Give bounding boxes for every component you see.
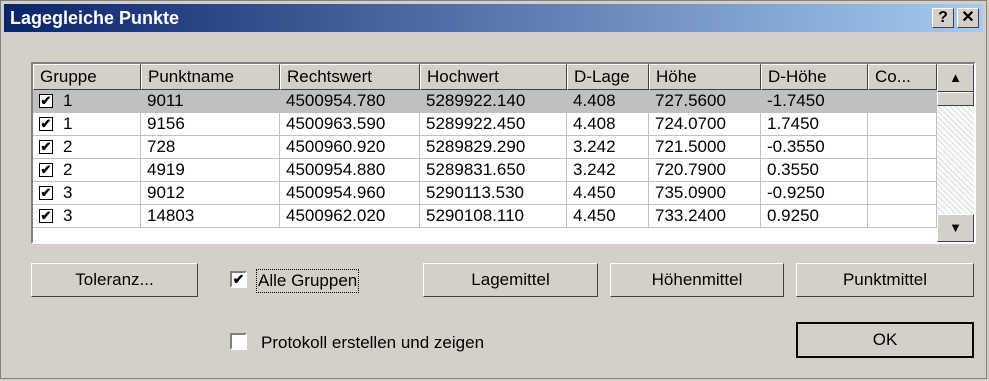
row-checkbox[interactable]: ✔ [39, 186, 53, 200]
gruppe-value: 2 [63, 160, 73, 179]
column-header-gruppe[interactable]: Gruppe [33, 64, 141, 90]
cell-gruppe: ✔ 2 [33, 136, 141, 159]
cell-hochwert: 5289831.650 [420, 159, 567, 182]
lagemittel-button[interactable]: Lagemittel [423, 263, 598, 297]
cell-d-lage: 4.450 [567, 182, 649, 205]
cell-hoehe: 720.7900 [649, 159, 761, 182]
cell-hochwert: 5290113.530 [420, 182, 567, 205]
cell-gruppe: ✔ 1 [33, 113, 141, 136]
cell-d-lage: 4.408 [567, 90, 649, 113]
row-checkbox[interactable]: ✔ [39, 94, 53, 108]
cell-rechtswert: 4500954.880 [280, 159, 420, 182]
row-checkbox[interactable]: ✔ [39, 209, 53, 223]
hoehenmittel-button[interactable]: Höhenmittel [610, 263, 784, 297]
gruppe-value: 3 [63, 206, 73, 225]
cell-co [868, 159, 937, 182]
cell-co [868, 205, 937, 228]
cell-hoehe: 735.0900 [649, 182, 761, 205]
gruppe-value: 2 [63, 137, 73, 156]
gruppe-value: 3 [63, 183, 73, 202]
cell-rechtswert: 4500960.920 [280, 136, 420, 159]
column-header-hoehe[interactable]: Höhe [649, 64, 761, 90]
cell-d-lage: 3.242 [567, 136, 649, 159]
cell-punktname: 9156 [141, 113, 280, 136]
cell-rechtswert: 4500954.780 [280, 90, 420, 113]
cell-co [868, 136, 937, 159]
row-checkbox[interactable]: ✔ [39, 117, 53, 131]
scroll-up-icon[interactable]: ▲ [937, 64, 974, 92]
cell-hochwert: 5289829.290 [420, 136, 567, 159]
column-header-d-lage[interactable]: D-Lage [567, 64, 649, 90]
cell-hoehe: 724.0700 [649, 113, 761, 136]
cell-hochwert: 5289922.450 [420, 113, 567, 136]
cell-hochwert: 5290108.110 [420, 205, 567, 228]
ok-button[interactable]: OK [796, 322, 974, 358]
column-header-hochwert[interactable]: Hochwert [420, 64, 567, 90]
cell-gruppe: ✔ 3 [33, 182, 141, 205]
cell-punktname: 9011 [141, 90, 280, 113]
dialog-window: Lagegleiche Punkte ? ✕ Gruppe Punktname … [0, 0, 987, 379]
cell-d-hoehe: -0.3550 [761, 136, 868, 159]
cell-d-hoehe: -0.9250 [761, 182, 868, 205]
cell-co [868, 182, 937, 205]
close-button[interactable]: ✕ [957, 8, 979, 28]
cell-rechtswert: 4500963.590 [280, 113, 420, 136]
scroll-thumb[interactable] [937, 92, 974, 106]
column-header-rechtswert[interactable]: Rechtswert [280, 64, 420, 90]
cell-punktname: 4919 [141, 159, 280, 182]
cell-d-hoehe: 1.7450 [761, 113, 868, 136]
column-header-d-hoehe[interactable]: D-Höhe [761, 64, 868, 90]
points-table[interactable]: Gruppe Punktname Rechtswert Hochwert D-L… [31, 62, 976, 244]
cell-rechtswert: 4500954.960 [280, 182, 420, 205]
cell-rechtswert: 4500962.020 [280, 205, 420, 228]
cell-hoehe: 733.2400 [649, 205, 761, 228]
row-checkbox[interactable]: ✔ [39, 163, 53, 177]
protokoll-checkbox[interactable] [230, 333, 247, 350]
punktmittel-button[interactable]: Punktmittel [796, 263, 974, 297]
gruppe-value: 1 [63, 91, 73, 110]
title-bar: Lagegleiche Punkte ? ✕ [4, 4, 983, 32]
cell-d-hoehe: 0.9250 [761, 205, 868, 228]
cell-gruppe: ✔ 3 [33, 205, 141, 228]
protokoll-label[interactable]: Protokoll erstellen und zeigen [261, 333, 484, 353]
cell-co [868, 90, 937, 113]
row-checkbox[interactable]: ✔ [39, 140, 53, 154]
cell-d-hoehe: -1.7450 [761, 90, 868, 113]
cell-punktname: 9012 [141, 182, 280, 205]
alle-gruppen-checkbox[interactable]: ✔ [230, 271, 247, 288]
cell-gruppe: ✔ 2 [33, 159, 141, 182]
column-header-co[interactable]: Co... [868, 64, 937, 90]
cell-d-lage: 4.408 [567, 113, 649, 136]
window-title: Lagegleiche Punkte [10, 8, 180, 28]
cell-hoehe: 727.5600 [649, 90, 761, 113]
cell-d-hoehe: 0.3550 [761, 159, 868, 182]
vertical-scrollbar[interactable]: ▲ ▼ [937, 64, 974, 242]
cell-gruppe: ✔ 1 [33, 90, 141, 113]
cell-hoehe: 721.5000 [649, 136, 761, 159]
alle-gruppen-label[interactable]: Alle Gruppen [255, 269, 360, 293]
help-button[interactable]: ? [932, 8, 954, 28]
column-header-punktname[interactable]: Punktname [141, 64, 280, 90]
cell-d-lage: 4.450 [567, 205, 649, 228]
cell-d-lage: 3.242 [567, 159, 649, 182]
cell-punktname: 728 [141, 136, 280, 159]
cell-hochwert: 5289922.140 [420, 90, 567, 113]
toleranz-button[interactable]: Toleranz... [31, 263, 198, 297]
scroll-down-icon[interactable]: ▼ [937, 214, 974, 242]
cell-punktname: 14803 [141, 205, 280, 228]
gruppe-value: 1 [63, 114, 73, 133]
cell-co [868, 113, 937, 136]
